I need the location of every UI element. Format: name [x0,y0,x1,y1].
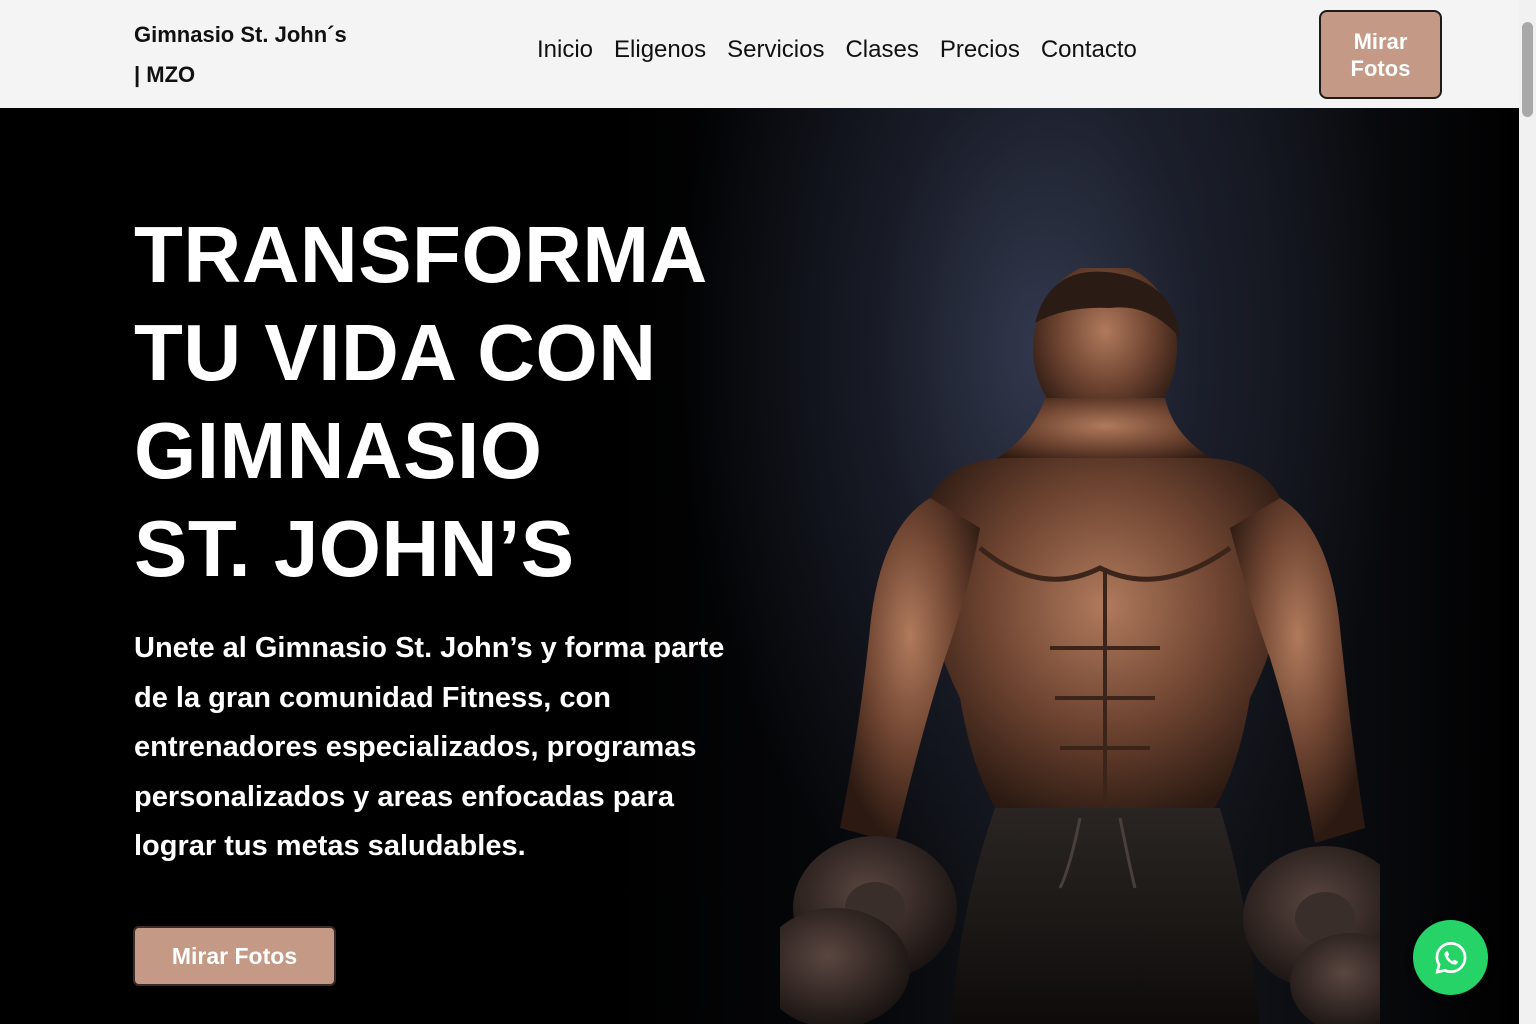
hero-title-line: TU VIDA CON [134,308,657,397]
brand-location: | MZO [134,62,196,87]
hero-title-line: GIMNASIO [134,406,543,495]
whatsapp-chat-button[interactable] [1413,920,1488,995]
navbar: Gimnasio St. John´s | MZO Inicio Eligeno… [0,0,1519,108]
brand-logo-text[interactable]: Gimnasio St. John´s | MZO [134,15,394,95]
hero-title: TRANSFORMA TU VIDA CON GIMNASIO ST. JOHN… [134,206,708,598]
athlete-with-dumbbells-image [780,268,1380,1024]
hero-title-line: ST. JOHN’S [134,504,575,593]
page-scrollbar[interactable] [1519,0,1536,1024]
main-nav: Inicio Eligenos Servicios Clases Precios… [537,36,1137,64]
hero-section: TRANSFORMA TU VIDA CON GIMNASIO ST. JOHN… [0,108,1519,1024]
hero-title-line: TRANSFORMA [134,210,708,299]
brand-name: Gimnasio St. John´s [134,22,347,47]
hero-photos-button[interactable]: Mirar Fotos [133,926,336,986]
hero-description: Unete al Gimnasio St. John’s y forma par… [134,632,725,862]
header-photos-button[interactable]: Mirar Fotos [1319,10,1442,99]
nav-link-contacto[interactable]: Contacto [1041,36,1137,64]
nav-link-servicios[interactable]: Servicios [727,36,824,64]
nav-link-eligenos[interactable]: Eligenos [614,36,706,64]
whatsapp-icon [1434,941,1466,974]
scrollbar-thumb[interactable] [1522,22,1533,117]
nav-link-clases[interactable]: Clases [845,36,918,64]
nav-link-inicio[interactable]: Inicio [537,36,593,64]
nav-link-precios[interactable]: Precios [940,36,1020,64]
